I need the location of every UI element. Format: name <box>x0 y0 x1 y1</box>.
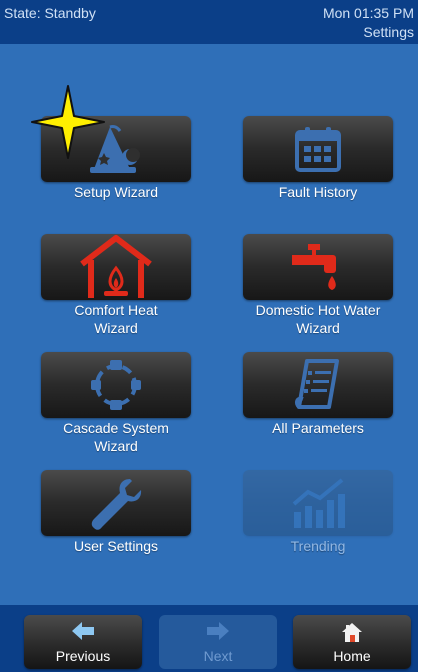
comfort-heat-wizard-label: Comfort Heat Wizard <box>74 302 158 336</box>
next-label: Next <box>203 648 233 664</box>
setup-wizard-label: Setup Wizard <box>73 184 159 200</box>
sparkle-cursor-icon <box>31 85 105 159</box>
navigation-bar: Previous Next Home <box>0 605 418 672</box>
trend-chart-icon <box>292 478 345 528</box>
arrow-right-icon <box>207 622 229 640</box>
settings-screen: State: Standby Mon 01:35 PM Settings Set… <box>0 0 418 672</box>
next-button[interactable]: Next <box>159 615 277 669</box>
home-label: Home <box>333 648 371 664</box>
cascade-system-wizard-label: Cascade System Wizard <box>63 420 169 454</box>
arrow-left-icon <box>72 622 94 640</box>
domestic-hot-water-wizard-button[interactable] <box>243 234 393 300</box>
trending-button[interactable] <box>243 470 393 536</box>
comfort-heat-wizard-button[interactable] <box>41 234 191 300</box>
faucet-icon <box>292 244 336 290</box>
user-settings-label: User Settings <box>73 538 159 554</box>
all-parameters-button[interactable] <box>243 352 393 418</box>
cascade-system-wizard-button[interactable] <box>41 352 191 418</box>
house-flame-icon <box>80 235 152 298</box>
calendar-icon <box>295 127 341 172</box>
previous-label: Previous <box>55 648 111 664</box>
trending-label: Trending <box>290 538 346 554</box>
screen-title: Settings <box>363 24 414 40</box>
clock-text: Mon 01:35 PM <box>322 5 414 21</box>
status-bar: State: Standby Mon 01:35 PM Settings <box>0 0 418 44</box>
fault-history-button[interactable] <box>243 116 393 182</box>
state-text: State: Standby <box>4 5 96 21</box>
domestic-hot-water-wizard-label: Domestic Hot Water Wizard <box>255 302 381 336</box>
home-button[interactable]: Home <box>293 615 411 669</box>
all-parameters-label: All Parameters <box>272 420 364 436</box>
document-list-icon <box>294 359 339 409</box>
home-icon <box>342 623 362 642</box>
previous-button[interactable]: Previous <box>24 615 142 669</box>
user-settings-button[interactable] <box>41 470 191 536</box>
cascade-ring-icon <box>91 360 141 410</box>
wrench-icon <box>91 479 142 530</box>
fault-history-label: Fault History <box>278 184 358 200</box>
